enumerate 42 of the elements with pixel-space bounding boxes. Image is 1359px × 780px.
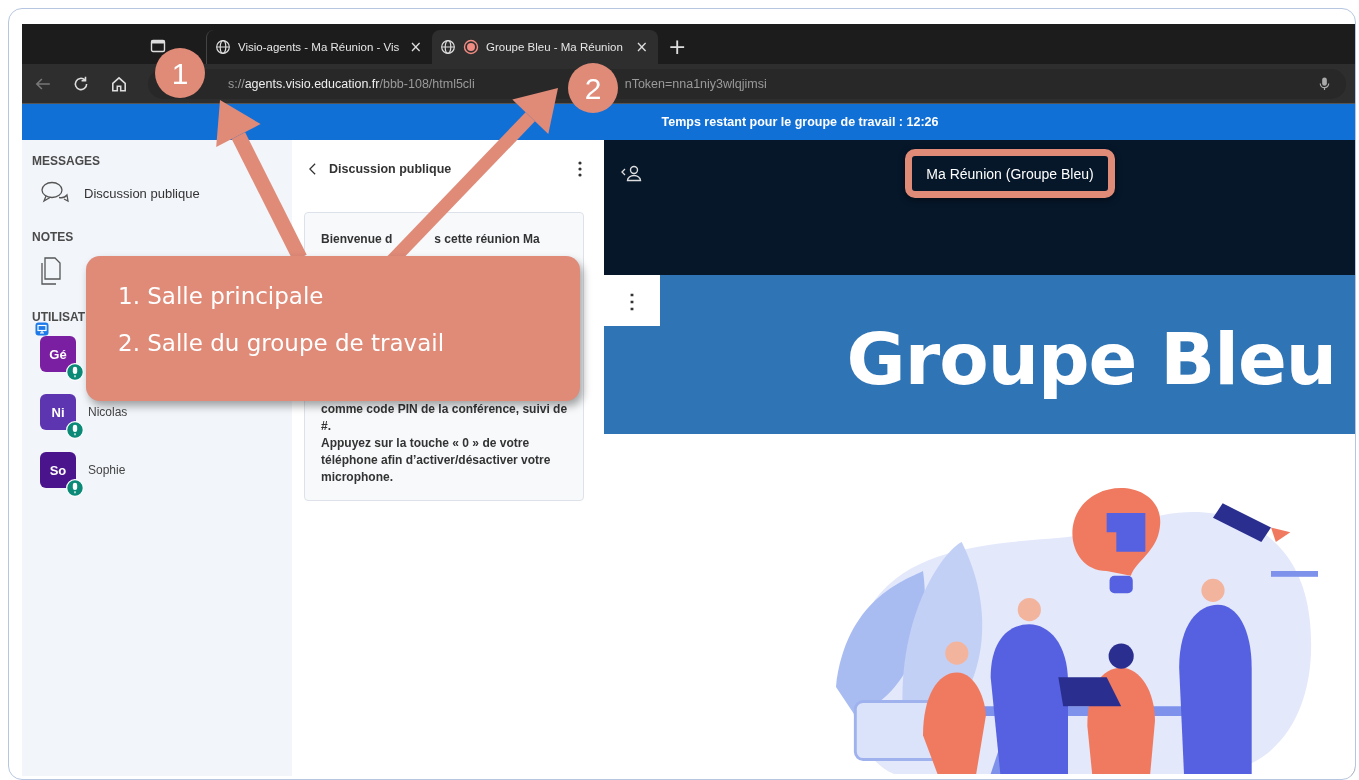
url-text: agents.visio.education.fr [244,76,380,91]
user-list-toggle-icon[interactable] [620,164,642,182]
slide-title: Groupe Bleu [846,315,1336,401]
close-tab-button[interactable]: × [407,38,424,56]
user-avatar[interactable]: So [40,452,76,488]
more-options-icon[interactable] [578,161,582,177]
callout-text: 1. Salle principale [118,284,324,310]
marker-circle [568,63,618,113]
tab-strip-icon[interactable] [150,38,166,54]
url-text: s:// [228,76,245,91]
sidebar-item[interactable]: Discussion publique [40,180,282,206]
browser-tab[interactable]: Groupe Bleu - Ma Réunion × [432,30,658,64]
microphone-icon [66,421,84,439]
user-name: Nicolas [88,405,128,419]
url-text: nToken=nna1niy3wlqjimsi [624,76,767,91]
new-tab-button[interactable]: + [658,36,697,64]
home-icon[interactable] [110,74,128,93]
section-heading: NOTES [32,230,75,244]
close-tab-button[interactable]: × [633,38,650,56]
marker-circle [155,48,205,98]
user-avatar[interactable]: Ni [40,394,76,430]
callout-text: 2. Salle du groupe de travail [118,331,445,357]
welcome-message: comme code PIN de la conférence, suivi de #. Appuyez sur la touche « 0 » de votre téléphone afin d’activer/désactiver votre microphone. [321,401,569,486]
user-avatar[interactable]: Gé [40,336,76,372]
documents-icon[interactable] [40,256,64,286]
chat-title: Discussion publique [329,162,453,176]
back-chevron-icon[interactable] [308,162,317,176]
url-text: /bbb-108/html5cli [379,76,475,91]
slide-menu-button[interactable]: ⋮ [604,275,660,326]
meeting-title: Ma Réunion (Groupe Bleu) [926,166,1094,182]
globe-icon [215,39,231,55]
section-heading: UTILISAT [32,310,87,324]
microphone-icon [66,363,84,381]
section-heading: MESSAGES [32,154,101,168]
reload-icon[interactable] [72,74,90,93]
microphone-icon [66,479,84,497]
time-remaining-banner: Temps restant pour le groupe de travail : 12:26 [22,104,1355,140]
microphone-icon[interactable] [1317,76,1332,91]
user-name: Sophie [88,463,126,477]
globe-icon [440,39,456,55]
welcome-message-fragment: Bienvenue d [321,231,393,248]
welcome-message-fragment: s cette réunion Ma [434,231,540,248]
